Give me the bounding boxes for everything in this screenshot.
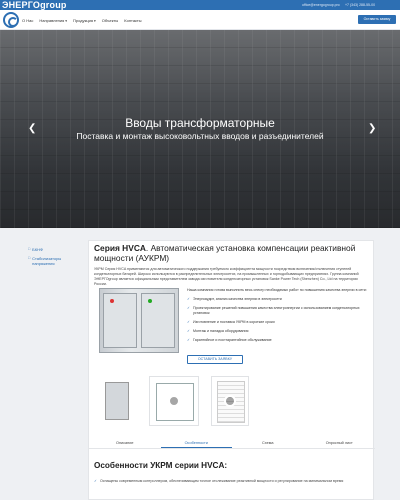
sidebar-item-label: Стабилизаторы напряжения [32, 256, 62, 266]
order-button[interactable]: ОСТАВИТЬ ЗАЯВКУ [187, 355, 243, 364]
brand-logo-text[interactable]: ЭНЕРГОgroup [2, 0, 67, 10]
product-intro: УКРМ Серия HVCA применяются для автомати… [94, 267, 359, 286]
check-icon: ✓ [187, 338, 191, 342]
square-icon: □ [28, 256, 31, 260]
gallery-thumb-scheme[interactable] [149, 376, 199, 426]
product-image[interactable] [95, 288, 183, 353]
sidebar-item-label: БКНФ [32, 247, 44, 252]
magnifier-icon [224, 395, 236, 407]
check-icon: ✓ [94, 479, 98, 483]
tab-description[interactable]: Описание [89, 437, 161, 448]
square-icon: □ [28, 247, 31, 251]
main-navbar: О Нас Направления Продукция Объекты Конт… [0, 10, 400, 30]
list-item: ✓ Монтаж и наладка оборудования [187, 329, 249, 333]
list-item: ✓ Проектирование решений повышения качест… [187, 306, 360, 315]
company-logo-icon[interactable] [3, 12, 19, 28]
nav-products[interactable]: Продукция [73, 18, 96, 23]
product-tabs: Описание Особенности Схема Опросный лист [89, 437, 375, 449]
main-nav: О Нас Направления Продукция Объекты Конт… [22, 10, 142, 30]
services-list: Наша компания готова выполнить весь спек… [187, 288, 367, 347]
list-item: ✓ Оснащены современным контроллером, обес… [94, 479, 344, 483]
tab-questionnaire[interactable]: Опросный лист [304, 437, 376, 448]
services-lead: Наша компания готова выполнить весь спек… [187, 288, 367, 292]
features-section-list: ✓ Оснащены современным контроллером, обес… [94, 479, 368, 484]
tab-features[interactable]: Особенности [160, 437, 232, 448]
product-title: Серия HVCA. Автоматическая установка ком… [94, 243, 356, 263]
hero-subtitle: Поставка и монтаж высоковольтных вводов … [76, 131, 324, 141]
product-sidebar: □ БКНФ □ Стабилизаторы напряжения [28, 247, 82, 270]
nav-about[interactable]: О Нас [22, 18, 33, 23]
nav-contacts[interactable]: Контакты [124, 18, 141, 23]
contact-email[interactable]: office@energogroup.pro [302, 1, 340, 9]
check-icon: ✓ [187, 297, 191, 301]
check-icon: ✓ [187, 320, 191, 324]
leave-request-button[interactable]: Оставить заявку [358, 15, 396, 24]
sidebar-item-stabilizers[interactable]: □ Стабилизаторы напряжения [28, 256, 82, 266]
nav-directions[interactable]: Направления [39, 18, 67, 23]
gallery-thumb-cabinet[interactable] [95, 376, 140, 426]
gallery-thumbnails [89, 376, 375, 434]
contact-phone[interactable]: +7 (343) 288-55-00 [345, 1, 375, 9]
sidebar-item-bknf[interactable]: □ БКНФ [28, 247, 82, 252]
hero-slider: ❮ ❯ Вводы трансформаторные Поставка и мо… [0, 30, 400, 228]
gallery-thumb-certificate[interactable] [211, 376, 249, 426]
product-card: Серия HVCA. Автоматическая установка ком… [88, 240, 375, 500]
tab-scheme[interactable]: Схема [232, 437, 304, 448]
check-icon: ✓ [187, 306, 191, 310]
hero-title: Вводы трансформаторные [125, 116, 275, 130]
magnifier-icon [168, 395, 180, 407]
top-bar: ЭНЕРГОgroup office@energogroup.pro +7 (3… [0, 0, 400, 10]
list-item: ✓ Изготовление и поставка УКРМ в короткие… [187, 320, 275, 324]
features-section-title: Особенности УКРМ серии HVCA: [94, 461, 228, 470]
list-item: ✓ Энергоаудит, анализ качества энергии в … [187, 297, 282, 301]
nav-objects[interactable]: Объекты [102, 18, 119, 23]
list-item: ✓ Гарантийное и постгарантийное обслужива… [187, 338, 272, 342]
check-icon: ✓ [187, 329, 191, 333]
